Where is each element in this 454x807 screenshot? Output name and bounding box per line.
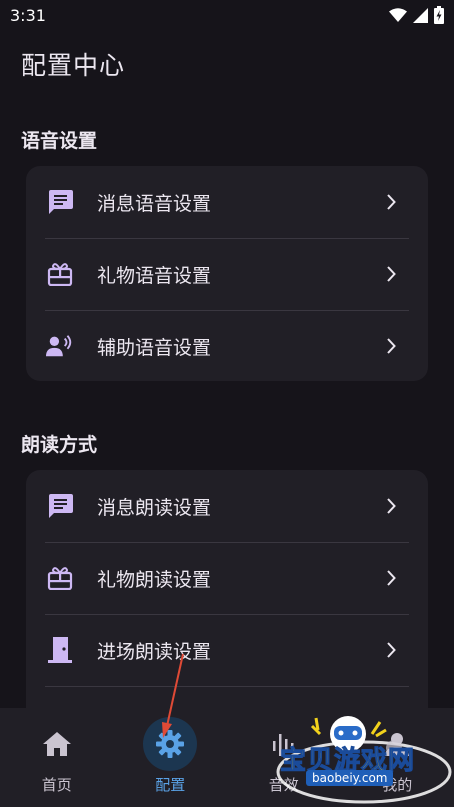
row-message-reading-settings[interactable]: 消息朗读设置 <box>26 470 428 542</box>
status-icons <box>389 6 444 24</box>
door-icon <box>46 636 74 664</box>
status-bar: 3:31 <box>0 0 454 30</box>
wifi-icon <box>389 8 407 22</box>
home-icon <box>29 728 85 760</box>
gift-icon <box>46 260 74 288</box>
row-assist-voice-settings[interactable]: 辅助语音设置 <box>26 310 428 381</box>
nav-item-config[interactable]: 配置 <box>114 708 228 807</box>
nav-item-sound-effects[interactable]: 音效 <box>227 708 341 807</box>
bottom-navigation: 首页 配置 音效 我的 <box>0 708 454 807</box>
chevron-right-icon <box>384 569 398 587</box>
chevron-right-icon <box>384 497 398 515</box>
row-label: 辅助语音设置 <box>97 336 212 359</box>
status-time: 3:31 <box>10 5 46 25</box>
nav-label: 首页 <box>41 776 72 794</box>
row-label: 礼物语音设置 <box>97 264 212 287</box>
battery-charging-icon <box>434 6 444 24</box>
gear-icon <box>143 717 198 771</box>
row-label: 消息语音设置 <box>97 192 212 215</box>
message-icon <box>46 188 74 216</box>
gift-icon <box>46 564 74 592</box>
section-title-reading-mode: 朗读方式 <box>21 434 98 456</box>
row-label: 礼物朗读设置 <box>97 568 212 591</box>
nav-label: 配置 <box>155 776 186 794</box>
row-gift-voice-settings[interactable]: 礼物语音设置 <box>26 238 428 310</box>
nav-label: 音效 <box>268 776 299 794</box>
row-label: 进场朗读设置 <box>97 640 212 663</box>
nav-item-home[interactable]: 首页 <box>0 708 114 807</box>
voice-person-icon <box>46 332 74 360</box>
chevron-right-icon <box>384 265 398 283</box>
chevron-right-icon <box>384 641 398 659</box>
section-title-voice-settings: 语音设置 <box>21 130 98 152</box>
message-icon <box>46 492 74 520</box>
person-icon <box>369 728 425 760</box>
cellular-signal-icon <box>413 7 428 23</box>
nav-item-profile[interactable]: 我的 <box>341 708 454 807</box>
row-gift-reading-settings[interactable]: 礼物朗读设置 <box>26 542 428 614</box>
row-label: 消息朗读设置 <box>97 496 212 519</box>
chevron-right-icon <box>384 193 398 211</box>
chevron-right-icon <box>384 337 398 355</box>
row-message-voice-settings[interactable]: 消息语音设置 <box>26 166 428 238</box>
reading-mode-card: 消息朗读设置 礼物朗读设置 进场朗读设置 <box>26 470 428 730</box>
equalizer-icon <box>256 728 312 760</box>
voice-settings-card: 消息语音设置 礼物语音设置 辅助语音设置 <box>26 166 428 381</box>
nav-label: 我的 <box>382 776 413 794</box>
row-entry-reading-settings[interactable]: 进场朗读设置 <box>26 614 428 686</box>
page-title: 配置中心 <box>21 51 126 80</box>
